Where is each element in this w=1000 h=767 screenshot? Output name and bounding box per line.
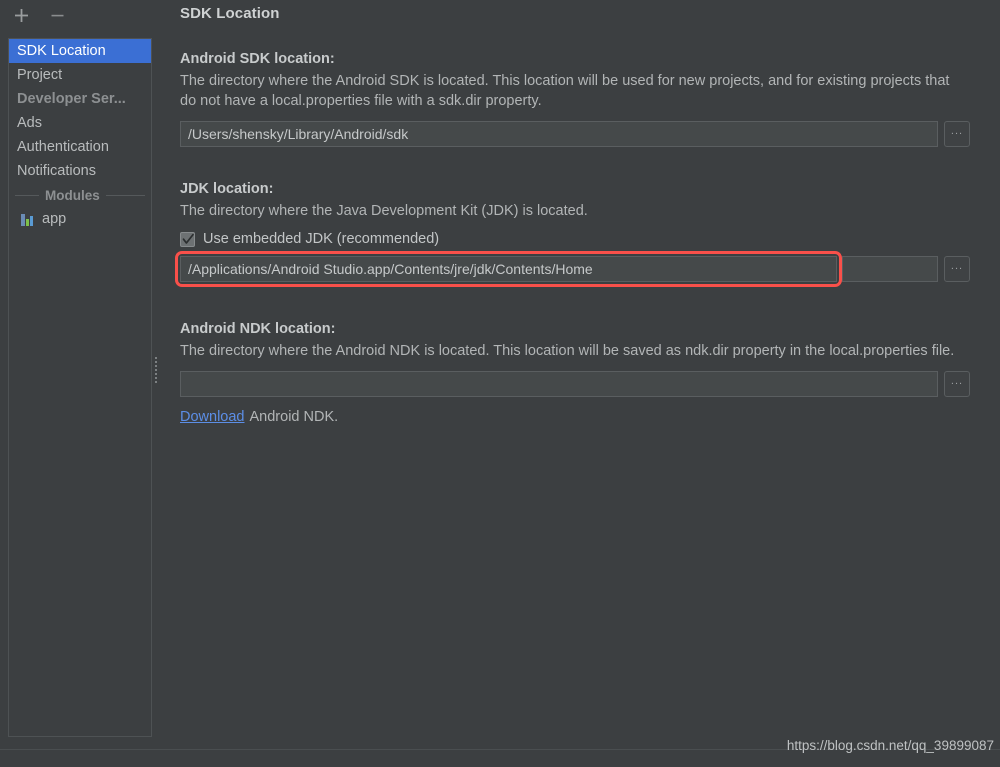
sidebar-item-ads[interactable]: Ads (9, 111, 151, 135)
jdk-location-description: The directory where the Java Development… (180, 203, 588, 219)
android-ndk-browse-button[interactable]: ... (944, 371, 970, 397)
section-android-sdk-location: Android SDK location: The directory wher… (180, 50, 980, 147)
download-ndk-link[interactable]: Download (180, 409, 245, 425)
android-ndk-location-label: Android NDK location: (180, 321, 336, 337)
sidebar-item-label: SDK Location (17, 43, 106, 59)
android-sdk-browse-button[interactable]: ... (944, 121, 970, 147)
android-ndk-location-field-row: ... (180, 371, 980, 397)
remove-module-icon[interactable] (48, 6, 66, 24)
sidebar-item-authentication[interactable]: Authentication (9, 135, 151, 159)
jdk-location-field-row: /Applications/Android Studio.app/Content… (175, 251, 980, 287)
modules-separator-label: Modules (45, 187, 100, 203)
panel-splitter-handle[interactable] (152, 355, 159, 385)
android-sdk-location-input[interactable]: /Users/shensky/Library/Android/sdk (180, 121, 938, 147)
jdk-location-label: JDK location: (180, 181, 274, 197)
jdk-location-secondary-input[interactable] (842, 256, 938, 282)
ellipsis-icon: ... (950, 124, 964, 137)
ellipsis-icon: ... (950, 259, 964, 272)
android-sdk-location-label: Android SDK location: (180, 51, 335, 67)
section-jdk-location: JDK location: The directory where the Ja… (175, 180, 980, 287)
ellipsis-icon: ... (950, 374, 964, 387)
separator-line-left (15, 194, 39, 196)
settings-dialog: SDK Location Project Developer Ser... Ad… (0, 0, 1000, 767)
main-panel: SDK Location Android SDK location: The d… (160, 0, 1000, 741)
download-ndk-suffix-text: Android NDK. (249, 409, 339, 425)
ndk-download-row: Download Android NDK. (180, 409, 980, 425)
sidebar-item-label: Notifications (17, 163, 96, 179)
checkbox-checked-icon[interactable] (180, 231, 195, 247)
sidebar-item-notifications[interactable]: Notifications (9, 159, 151, 183)
jdk-location-input[interactable]: /Applications/Android Studio.app/Content… (180, 256, 837, 282)
sidebar-item-label: Developer Ser... (17, 91, 126, 107)
sidebar-item-label: Ads (17, 115, 42, 131)
modules-separator: Modules (9, 183, 151, 207)
sidebar: SDK Location Project Developer Ser... Ad… (0, 0, 159, 741)
sidebar-item-module-app[interactable]: app (9, 207, 151, 231)
android-module-icon (21, 212, 35, 226)
use-embedded-jdk-checkbox-row[interactable]: Use embedded JDK (recommended) (180, 231, 980, 247)
add-module-icon[interactable] (12, 6, 30, 24)
sidebar-item-label: Project (17, 67, 63, 83)
android-sdk-location-field-row: /Users/shensky/Library/Android/sdk ... (180, 121, 980, 147)
section-android-ndk-location: Android NDK location: The directory wher… (180, 320, 980, 425)
android-ndk-location-input[interactable] (180, 371, 938, 397)
sidebar-item-sdk-location[interactable]: SDK Location (9, 39, 151, 63)
page-title: SDK Location (180, 5, 280, 22)
sidebar-item-label: Authentication (17, 139, 109, 155)
sidebar-toolbar (0, 0, 159, 30)
use-embedded-jdk-label: Use embedded JDK (recommended) (203, 231, 440, 247)
sidebar-item-developer-services[interactable]: Developer Ser... (9, 87, 151, 111)
android-ndk-location-description: The directory where the Android NDK is l… (180, 343, 955, 359)
watermark-text: https://blog.csdn.net/qq_39899087 (786, 738, 994, 753)
sidebar-item-list: SDK Location Project Developer Ser... Ad… (8, 38, 152, 737)
android-sdk-location-description: The directory where the Android SDK is l… (180, 73, 950, 109)
sidebar-item-label: app (42, 211, 67, 227)
sidebar-item-project[interactable]: Project (9, 63, 151, 87)
jdk-browse-button[interactable]: ... (944, 256, 970, 282)
separator-line-right (105, 194, 145, 196)
